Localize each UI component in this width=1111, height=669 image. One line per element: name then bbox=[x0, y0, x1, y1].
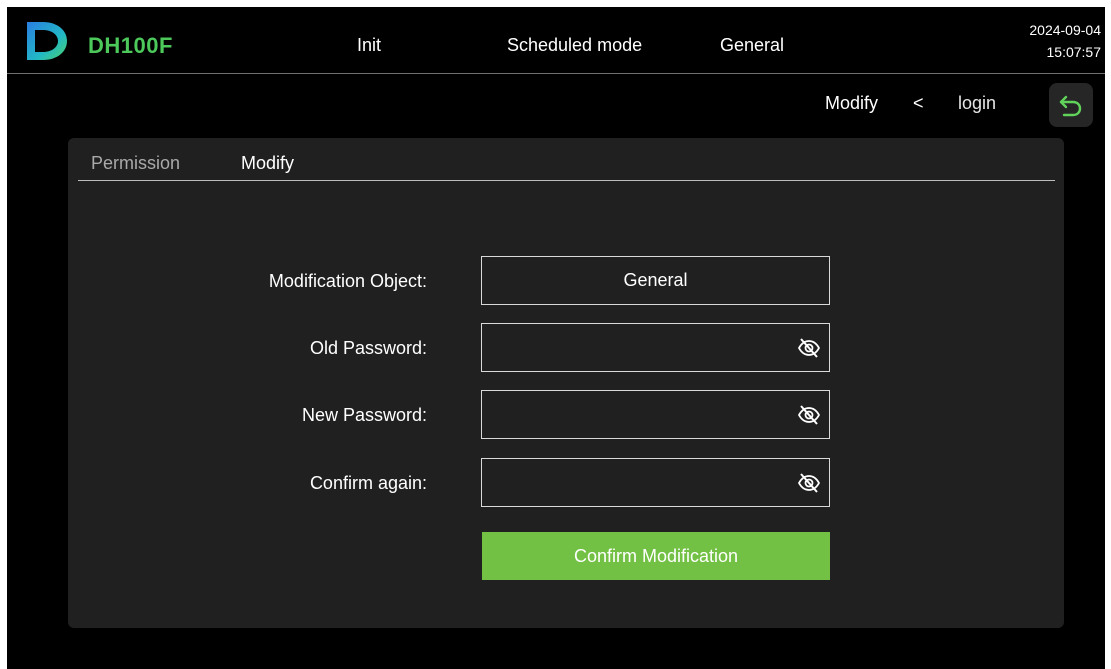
brand-name: DH100F bbox=[88, 33, 173, 58]
app-screen: DH100F Init Scheduled mode General 2024-… bbox=[7, 7, 1105, 669]
modification-object-select[interactable]: General bbox=[481, 256, 830, 305]
eye-off-icon[interactable] bbox=[797, 403, 821, 427]
top-bar: DH100F Init Scheduled mode General 2024-… bbox=[7, 7, 1105, 74]
modify-panel: Permission Modify Modification Object: G… bbox=[68, 138, 1064, 628]
modification-object-value: General bbox=[623, 270, 688, 290]
confirm-modification-button[interactable]: Confirm Modification bbox=[482, 532, 830, 580]
clock: 2024-09-04 15:07:57 bbox=[1029, 19, 1101, 63]
tab-bar: Permission Modify bbox=[78, 138, 1055, 181]
breadcrumb-separator: < bbox=[913, 93, 924, 113]
breadcrumb-login[interactable]: login bbox=[958, 93, 996, 114]
old-password-input[interactable] bbox=[490, 324, 784, 373]
confirm-password-input[interactable] bbox=[490, 459, 784, 508]
clock-date: 2024-09-04 bbox=[1029, 22, 1101, 38]
old-password-field bbox=[481, 323, 830, 373]
tab-modify[interactable]: Modify bbox=[241, 153, 294, 174]
eye-off-icon[interactable] bbox=[797, 471, 821, 495]
confirm-password-field bbox=[481, 458, 830, 508]
new-password-label: New Password: bbox=[301, 405, 427, 425]
new-password-field bbox=[481, 390, 830, 440]
brand-logo-icon bbox=[27, 22, 67, 60]
confirm-password-label: Confirm again: bbox=[309, 473, 427, 493]
tab-permission[interactable]: Permission bbox=[91, 153, 180, 174]
modification-object-label: Modification Object: bbox=[268, 271, 427, 291]
back-button[interactable] bbox=[1049, 83, 1093, 127]
clock-time: 15:07:57 bbox=[1046, 44, 1102, 60]
old-password-label: Old Password: bbox=[309, 338, 427, 358]
back-arrow-icon bbox=[1059, 95, 1082, 117]
nav-init[interactable]: Init bbox=[357, 35, 381, 56]
breadcrumb-current: Modify bbox=[825, 93, 879, 113]
nav-scheduled-mode[interactable]: Scheduled mode bbox=[507, 35, 642, 56]
nav-general[interactable]: General bbox=[720, 35, 784, 56]
new-password-input[interactable] bbox=[490, 391, 784, 440]
eye-off-icon[interactable] bbox=[797, 336, 821, 360]
